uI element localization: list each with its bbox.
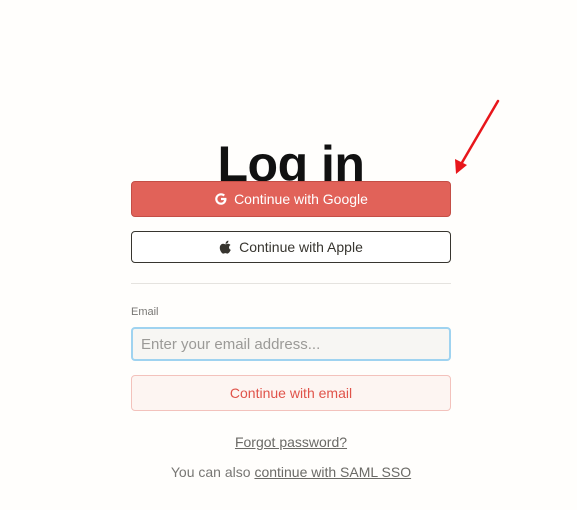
red-arrow-annotation bbox=[455, 99, 500, 174]
forgot-password-link[interactable]: Forgot password? bbox=[131, 434, 451, 450]
divider bbox=[131, 283, 451, 284]
saml-prefix-text: You can also bbox=[170, 464, 251, 480]
continue-with-apple-button[interactable]: Continue with Apple bbox=[131, 231, 451, 263]
apple-icon bbox=[219, 240, 233, 254]
continue-with-google-button[interactable]: Continue with Google bbox=[131, 181, 451, 217]
email-button-label: Continue with email bbox=[229, 385, 353, 401]
apple-button-label: Continue with Apple bbox=[239, 239, 363, 255]
continue-with-email-button[interactable]: Continue with email bbox=[131, 375, 451, 411]
google-button-label: Continue with Google bbox=[234, 191, 368, 207]
saml-sso-link[interactable]: continue with SAML SSO bbox=[254, 464, 411, 480]
email-label: Email bbox=[131, 306, 159, 318]
google-g-icon bbox=[214, 192, 228, 206]
email-input[interactable] bbox=[131, 327, 451, 361]
saml-sso-line: You can also continue with SAML SSO bbox=[131, 464, 451, 480]
